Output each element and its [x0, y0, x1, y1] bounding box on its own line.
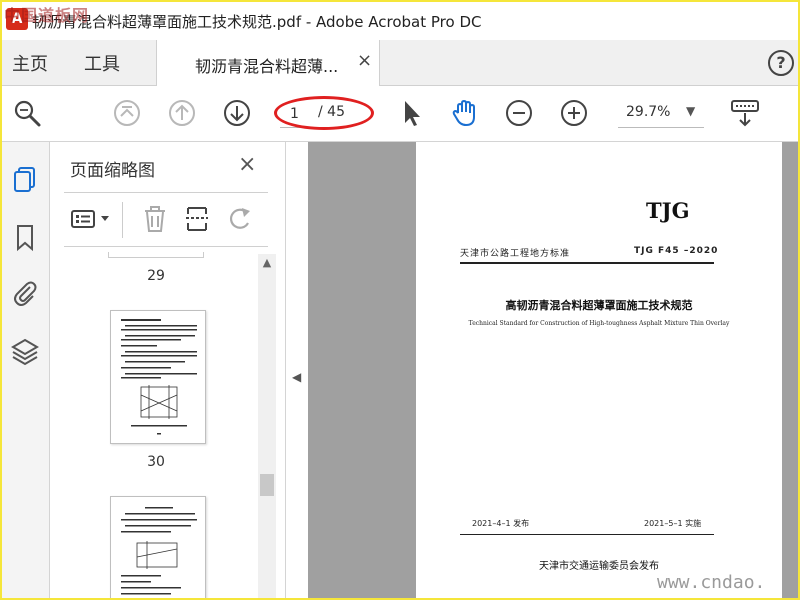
- extract-pages-icon[interactable]: [184, 204, 210, 234]
- document-title-en: Technical Standard for Construction of H…: [468, 320, 730, 327]
- tab-tools[interactable]: 工具: [84, 50, 120, 76]
- standard-abbreviation: TJG: [646, 198, 690, 223]
- help-button[interactable]: ?: [768, 50, 794, 76]
- hand-tool-icon[interactable]: [450, 98, 480, 128]
- chevron-down-icon: ▼: [686, 104, 696, 118]
- document-page: TJG 天津市公路工程地方标准 TJG F45 –2020 高韧沥青混合料超薄罩…: [416, 142, 782, 598]
- toolbar: / 45 29.7% ▼: [2, 86, 798, 142]
- zoom-dropdown[interactable]: 29.7% ▼: [618, 100, 704, 128]
- thumbnail-number: 29: [147, 268, 165, 284]
- attachment-icon[interactable]: [10, 278, 40, 308]
- highlight-oval: [274, 96, 374, 130]
- window-frame: A 韧沥青混合料超薄罩面施工技术规范.pdf - Adobe Acrobat P…: [0, 0, 800, 600]
- next-page-icon[interactable]: [222, 98, 252, 128]
- issue-date: 2021–4–1 发布: [472, 519, 530, 528]
- tab-document-label: 韧沥青混合料超薄...: [195, 57, 339, 76]
- collapse-arrow-icon: ◀: [292, 370, 302, 384]
- scroll-thumb[interactable]: [260, 474, 274, 496]
- first-page-icon[interactable]: [112, 98, 142, 128]
- zoom-in-icon[interactable]: [559, 98, 589, 128]
- panel-toolbar: [64, 198, 268, 242]
- tab-bar: 主页 工具 韧沥青混合料超薄... × ?: [2, 40, 798, 86]
- zoom-search-icon[interactable]: [12, 98, 42, 128]
- tab-document[interactable]: 韧沥青混合料超薄... ×: [156, 40, 380, 86]
- options-menu-icon[interactable]: [70, 206, 96, 232]
- standard-type: 天津市公路工程地方标准: [460, 249, 571, 259]
- panel-close-button[interactable]: ×: [238, 152, 256, 177]
- thumbnail-number: 30: [147, 454, 165, 470]
- bookmark-icon[interactable]: [10, 222, 40, 252]
- zoom-out-icon[interactable]: [504, 98, 534, 128]
- keyboard-scroll-icon[interactable]: [729, 98, 761, 128]
- implementation-date: 2021–5–1 实施: [644, 519, 702, 528]
- watermark-bottom: www.cndao.: [657, 572, 766, 593]
- chevron-down-icon[interactable]: [100, 213, 110, 223]
- standard-code: TJG F45 –2020: [634, 246, 719, 256]
- panel-divider: [64, 246, 268, 247]
- title-bar: A 韧沥青混合料超薄罩面施工技术规范.pdf - Adobe Acrobat P…: [2, 2, 798, 40]
- left-rail: [2, 142, 50, 598]
- trash-icon[interactable]: [142, 204, 168, 234]
- previous-page-icon[interactable]: [167, 98, 197, 128]
- tab-home[interactable]: 主页: [12, 50, 48, 76]
- thumbnail-content: [121, 507, 197, 595]
- zoom-value: 29.7%: [626, 104, 671, 120]
- rotate-icon[interactable]: [226, 206, 254, 232]
- thumbnail-content: [121, 319, 197, 435]
- footer-rule: [460, 534, 714, 535]
- panel-collapse-handle[interactable]: ◀: [286, 142, 308, 598]
- page-thumbnails-icon[interactable]: [10, 164, 40, 194]
- window-title: 韧沥青混合料超薄罩面施工技术规范.pdf - Adobe Acrobat Pro…: [32, 13, 482, 31]
- thumbnail-scrollbar[interactable]: ▲: [258, 254, 276, 598]
- thumbnail-page-29[interactable]: [108, 252, 204, 258]
- panel-title: 页面缩略图: [70, 161, 155, 181]
- toolbar-separator: [122, 202, 123, 238]
- thumbnail-page-30[interactable]: [110, 310, 206, 444]
- select-cursor-icon[interactable]: [398, 98, 428, 128]
- thumbnail-page-31[interactable]: [110, 496, 206, 598]
- tab-close-button[interactable]: ×: [357, 50, 372, 71]
- panel-divider: [64, 192, 268, 193]
- scroll-up-icon[interactable]: ▲: [258, 256, 276, 270]
- header-rule: [460, 262, 714, 264]
- watermark-top: 中国道板网: [4, 6, 90, 25]
- publisher: 天津市交通运输委员会发布: [539, 561, 659, 572]
- layers-icon[interactable]: [10, 336, 40, 366]
- document-view[interactable]: TJG 天津市公路工程地方标准 TJG F45 –2020 高韧沥青混合料超薄罩…: [308, 142, 798, 598]
- document-title-cn: 高韧沥青混合料超薄罩面施工技术规范: [505, 299, 693, 312]
- thumbnails-panel: 页面缩略图 × 29 30 ▲: [50, 142, 286, 598]
